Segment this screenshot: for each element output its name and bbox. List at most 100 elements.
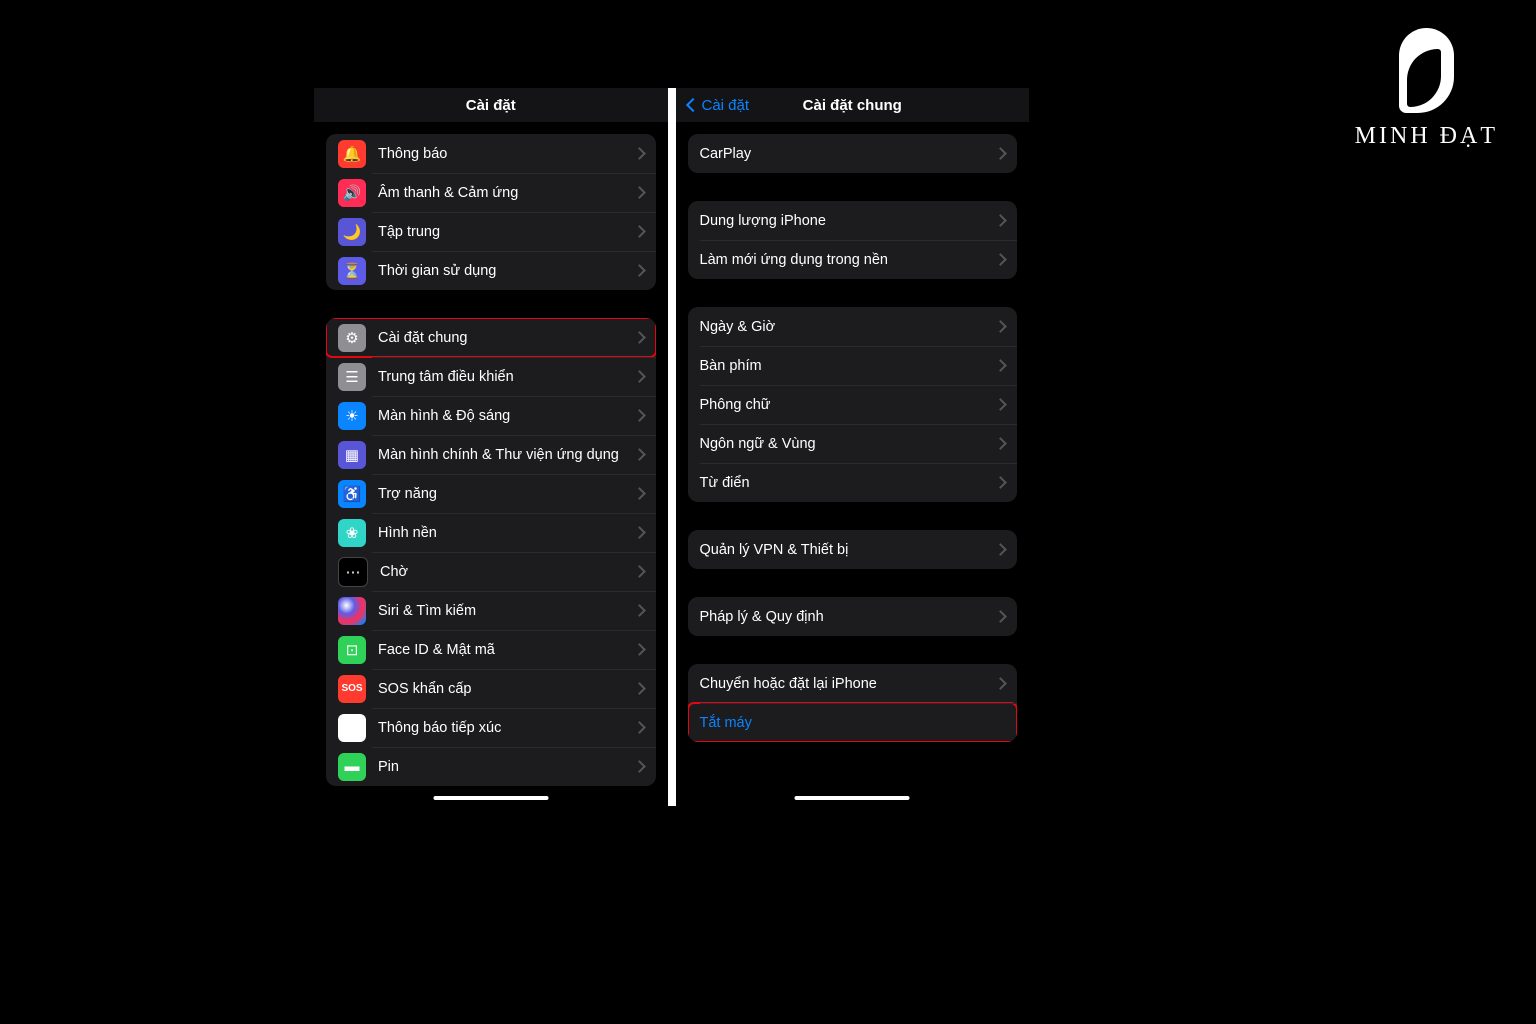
- chevron-right-icon: [994, 677, 1007, 690]
- focus-label: Tập trung: [378, 224, 635, 240]
- siri-label: Siri & Tìm kiếm: [378, 603, 635, 619]
- battery-icon: ▬: [338, 753, 366, 781]
- accessibility-label: Trợ năng: [378, 486, 635, 502]
- row-standby[interactable]: ⋯ Chờ: [326, 552, 656, 591]
- row-sounds[interactable]: 🔊 Âm thanh & Cảm ứng: [326, 173, 656, 212]
- left-titlebar: Cài đặt: [314, 88, 668, 122]
- sounds-label: Âm thanh & Cảm ứng: [378, 185, 635, 201]
- sos-label: SOS khẩn cấp: [378, 681, 635, 697]
- siri-icon: [338, 597, 366, 625]
- row-shutdown[interactable]: Tắt máy: [688, 703, 1018, 742]
- general-label: Cài đặt chung: [378, 330, 635, 346]
- vpn-device-label: Quản lý VPN & Thiết bị: [700, 542, 997, 558]
- focus-icon: 🌙: [338, 218, 366, 246]
- control-center-label: Trung tâm điều khiển: [378, 369, 635, 385]
- row-storage[interactable]: Dung lượng iPhone: [688, 201, 1018, 240]
- row-focus[interactable]: 🌙 Tập trung: [326, 212, 656, 251]
- home-indicator-right[interactable]: [795, 796, 910, 800]
- back-label: Cài đặt: [702, 97, 750, 114]
- row-language-region[interactable]: Ngôn ngữ & Vùng: [688, 424, 1018, 463]
- background-refresh-label: Làm mới ứng dụng trong nền: [700, 252, 997, 268]
- back-button[interactable]: Cài đặt: [688, 88, 750, 122]
- row-exposure[interactable]: Thông báo tiếp xúc: [326, 708, 656, 747]
- chevron-right-icon: [994, 320, 1007, 333]
- fonts-label: Phông chữ: [700, 397, 997, 413]
- keyboard-label: Bàn phím: [700, 358, 997, 374]
- battery-label: Pin: [378, 759, 635, 775]
- chevron-right-icon: [633, 643, 646, 656]
- chevron-right-icon: [994, 253, 1007, 266]
- chevron-right-icon: [994, 214, 1007, 227]
- row-home-screen[interactable]: ▦ Màn hình chính & Thư viện ứng dụng: [326, 435, 656, 474]
- chevron-right-icon: [994, 476, 1007, 489]
- home-screen-icon: ▦: [338, 441, 366, 469]
- chevron-right-icon: [633, 409, 646, 422]
- row-background-refresh[interactable]: Làm mới ứng dụng trong nền: [688, 240, 1018, 279]
- standby-icon: ⋯: [338, 557, 368, 587]
- chevron-left-icon: [685, 98, 699, 112]
- dictionary-label: Từ điển: [700, 475, 997, 491]
- chevron-right-icon: [633, 370, 646, 383]
- row-transfer-reset[interactable]: Chuyển hoặc đặt lại iPhone: [688, 664, 1018, 703]
- chevron-right-icon: [994, 543, 1007, 556]
- row-general[interactable]: ⚙Cài đặt chung: [326, 318, 656, 357]
- wallpaper-icon: ❀: [338, 519, 366, 547]
- home-indicator-left[interactable]: [433, 796, 548, 800]
- display-label: Màn hình & Độ sáng: [378, 408, 635, 424]
- right-titlebar: Cài đặt Cài đặt chung: [676, 88, 1030, 122]
- chevron-right-icon: [633, 565, 646, 578]
- row-display[interactable]: ☀ Màn hình & Độ sáng: [326, 396, 656, 435]
- carplay-label: CarPlay: [700, 146, 997, 162]
- chevron-right-icon: [633, 721, 646, 734]
- chevron-right-icon: [633, 225, 646, 238]
- screentime-icon: ⏳: [338, 257, 366, 285]
- watermark-logo-icon: [1399, 28, 1454, 113]
- row-keyboard[interactable]: Bàn phím: [688, 346, 1018, 385]
- date-time-label: Ngày & Giờ: [700, 319, 997, 335]
- row-date-time[interactable]: Ngày & Giờ: [688, 307, 1018, 346]
- storage-label: Dung lượng iPhone: [700, 213, 997, 229]
- right-title: Cài đặt chung: [803, 97, 902, 114]
- row-control-center[interactable]: ☰Trung tâm điều khiển: [326, 357, 656, 396]
- home-screen-label: Màn hình chính & Thư viện ứng dụng: [378, 447, 635, 463]
- row-dictionary[interactable]: Từ điển: [688, 463, 1018, 502]
- language-region-label: Ngôn ngữ & Vùng: [700, 436, 997, 452]
- row-vpn-device[interactable]: Quản lý VPN & Thiết bị: [688, 530, 1018, 569]
- chevron-right-icon: [633, 526, 646, 539]
- row-notifications[interactable]: 🔔 Thông báo: [326, 134, 656, 173]
- row-battery[interactable]: ▬ Pin: [326, 747, 656, 786]
- sos-icon: SOS: [338, 675, 366, 703]
- chevron-right-icon: [633, 682, 646, 695]
- chevron-right-icon: [633, 264, 646, 277]
- faceid-icon: ⊡: [338, 636, 366, 664]
- row-sos[interactable]: SOS SOS khẩn cấp: [326, 669, 656, 708]
- chevron-right-icon: [994, 437, 1007, 450]
- phone-right: Cài đặt Cài đặt chung CarPlay Dung lượng …: [676, 88, 1030, 806]
- faceid-label: Face ID & Mật mã: [378, 642, 635, 658]
- row-accessibility[interactable]: ♿Trợ năng: [326, 474, 656, 513]
- panel-divider: [668, 88, 676, 806]
- chevron-right-icon: [633, 448, 646, 461]
- standby-label: Chờ: [380, 564, 635, 580]
- row-wallpaper[interactable]: ❀ Hình nền: [326, 513, 656, 552]
- chevron-right-icon: [994, 398, 1007, 411]
- chevron-right-icon: [994, 147, 1007, 160]
- exposure-icon: [338, 714, 366, 742]
- display-icon: ☀: [338, 402, 366, 430]
- sounds-icon: 🔊: [338, 179, 366, 207]
- row-legal[interactable]: Pháp lý & Quy định: [688, 597, 1018, 636]
- row-faceid[interactable]: ⊡ Face ID & Mật mã: [326, 630, 656, 669]
- chevron-right-icon: [633, 147, 646, 160]
- row-carplay[interactable]: CarPlay: [688, 134, 1018, 173]
- notifications-label: Thông báo: [378, 146, 635, 162]
- chevron-right-icon: [633, 331, 646, 344]
- row-screentime[interactable]: ⏳Thời gian sử dụng: [326, 251, 656, 290]
- screenshot-stage: Cài đặt 🔔 Thông báo 🔊 Âm thanh & Cảm ứng 🌙 Tậ…: [314, 88, 1029, 806]
- wallpaper-label: Hình nền: [378, 525, 635, 541]
- row-siri[interactable]: Siri & Tìm kiếm: [326, 591, 656, 630]
- chevron-right-icon: [633, 604, 646, 617]
- left-title: Cài đặt: [466, 97, 516, 114]
- row-fonts[interactable]: Phông chữ: [688, 385, 1018, 424]
- chevron-right-icon: [633, 487, 646, 500]
- notifications-icon: 🔔: [338, 140, 366, 168]
